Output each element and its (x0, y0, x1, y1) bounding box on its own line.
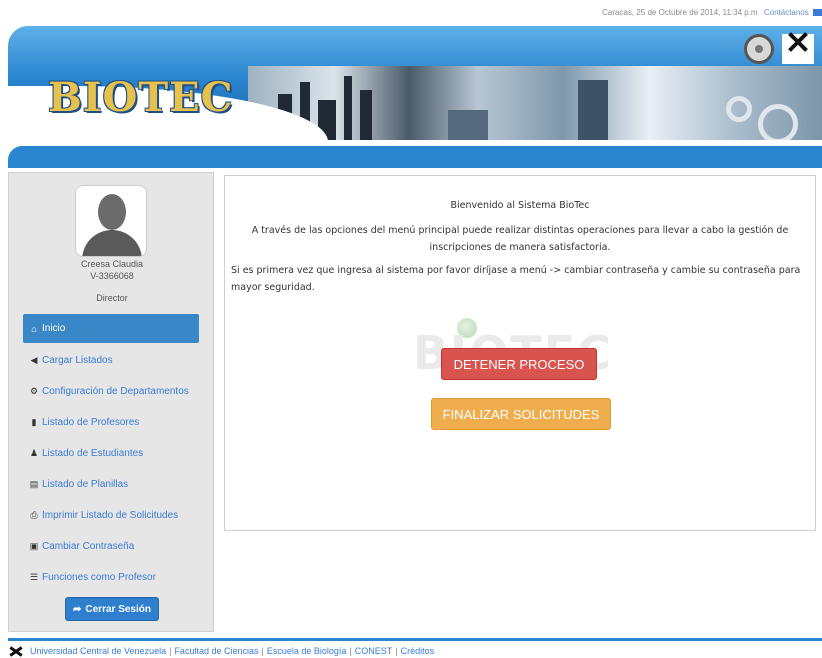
user-id: V-3366068 (90, 271, 134, 281)
password-note: Si es primera vez que ingresa al sistema… (231, 265, 801, 293)
sidebar-item-configuracion-departamentos[interactable]: ⚙ Configuración de Departamentos (23, 376, 199, 407)
sidebar-item-listado-planillas[interactable]: ▤ Listado de Planillas (23, 469, 199, 500)
gear-decoration (758, 104, 798, 140)
logout-label: Cerrar Sesión (85, 603, 151, 615)
user-role: Director (96, 293, 128, 303)
footer-link-creditos[interactable]: Créditos (401, 646, 435, 656)
sidebar-item-label: Listado de Profesores (42, 417, 140, 428)
logout-button[interactable]: ➦ Cerrar Sesión (65, 597, 159, 621)
print-icon: ⎙ (30, 510, 38, 520)
datetime-text: Caracas, 25 de Octubre de 2014, 11:34 p.… (602, 8, 758, 17)
send-icon: ◀ (30, 355, 38, 365)
sidebar-item-label: Funciones como Profesor (42, 572, 156, 583)
sidebar-item-funciones-profesor[interactable]: ☰ Funciones como Profesor (23, 562, 199, 593)
sidebar-item-label: Listado de Planillas (42, 479, 129, 490)
sidebar-item-cargar-listados[interactable]: ◀ Cargar Listados (23, 345, 199, 376)
th-list-icon: ☰ (29, 572, 39, 582)
footer-link-conest[interactable]: CONEST (355, 646, 393, 656)
footer-link-facultad[interactable]: Facultad de Ciencias (174, 646, 258, 656)
avatar (75, 185, 147, 257)
book-icon: ▮ (31, 417, 37, 427)
university-seal-icon (744, 34, 774, 64)
footer-link-escuela[interactable]: Escuela de Biología (267, 646, 347, 656)
mail-icon[interactable] (813, 9, 822, 16)
sidebar-item-label: Listado de Estudiantes (42, 448, 144, 459)
sidebar-item-listado-estudiantes[interactable]: ♟ Listado de Estudiantes (23, 438, 199, 469)
stop-process-button[interactable]: DETENER PROCESO (441, 348, 597, 380)
sidebar-item-label: Configuración de Departamentos (42, 386, 189, 397)
header-banner: BIOTEC (8, 26, 822, 140)
welcome-description: A través de las opciones del menú princi… (251, 225, 789, 253)
user-name: Creesa Claudia (80, 259, 144, 269)
sidebar-menu: ⌂ Inicio ◀ Cargar Listados ⚙ Configuraci… (23, 314, 199, 593)
footer: Universidad Central de Venezuela | Facul… (8, 644, 434, 658)
contact-link[interactable]: Contáctanos (764, 8, 809, 17)
sidebar-item-label: Cargar Listados (42, 355, 113, 366)
sidebar-item-cambiar-contrasena[interactable]: ▣ Cambiar Contraseña (23, 531, 199, 562)
ucv-logo-icon (782, 34, 814, 64)
nav-bar (8, 146, 822, 168)
sidebar-item-label: Inicio (42, 323, 66, 334)
list-icon: ▤ (29, 479, 39, 489)
sidebar: Creesa Claudia V-3366068 Director ⌂ Inic… (8, 172, 214, 632)
footer-link-ucv[interactable]: Universidad Central de Venezuela (30, 646, 166, 656)
ucv-footer-icon (8, 646, 24, 656)
sidebar-item-inicio[interactable]: ⌂ Inicio (23, 314, 199, 343)
home-icon: ⌂ (31, 323, 37, 334)
main-content: Bienvenido al Sistema BioTec A través de… (224, 175, 816, 531)
sidebar-item-imprimir-solicitudes[interactable]: ⎙ Imprimir Listado de Solicitudes (23, 500, 199, 531)
user-icon: ♟ (29, 448, 39, 458)
biotec-logo: BIOTEC (48, 74, 234, 121)
sidebar-item-label: Cambiar Contraseña (42, 541, 135, 552)
finish-requests-button[interactable]: FINALIZAR SOLICITUDES (431, 398, 611, 430)
sign-out-icon: ➦ (73, 603, 82, 615)
top-bar: Caracas, 25 de Octubre de 2014, 11:34 p.… (602, 8, 822, 22)
welcome-title: Bienvenido al Sistema BioTec (450, 200, 590, 211)
gear-decoration (726, 96, 752, 122)
sidebar-item-listado-profesores[interactable]: ▮ Listado de Profesores (23, 407, 199, 438)
lock-icon: ▣ (29, 541, 39, 551)
gear-icon: ⚙ (29, 386, 39, 396)
footer-divider (8, 638, 822, 641)
sidebar-item-label: Imprimir Listado de Solicitudes (42, 510, 179, 521)
